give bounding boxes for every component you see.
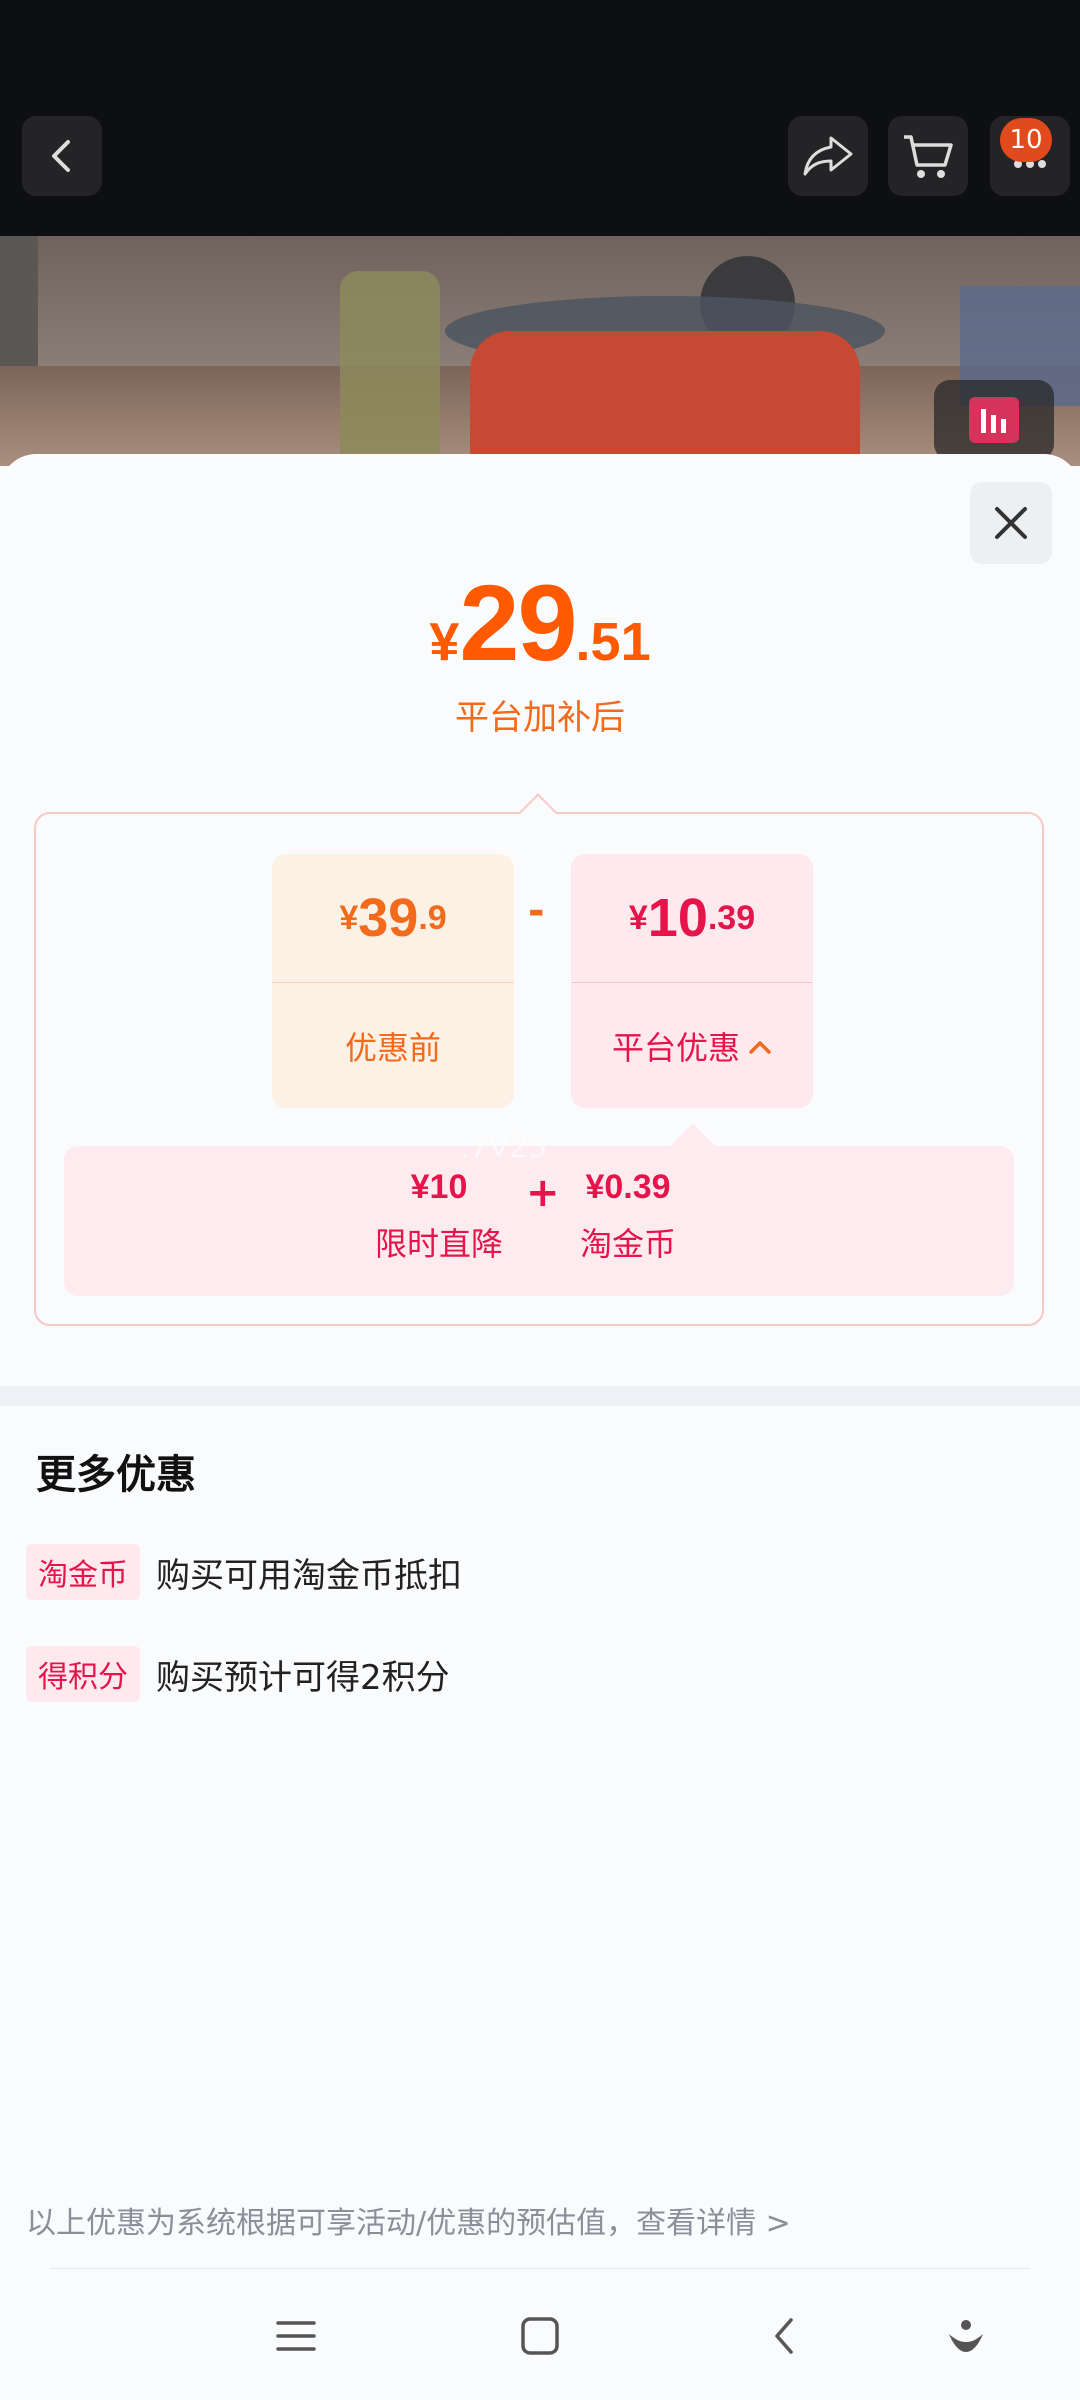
cart-button[interactable] [888,116,968,196]
nav-menu-button[interactable] [256,2300,336,2372]
nav-home-button[interactable] [500,2300,580,2372]
breakdown-item-flash-sale: ¥10 限时直降 [362,1168,516,1265]
original-price-integer: 39 [358,888,419,948]
final-price-label: 平台加补后 [455,698,625,738]
section-divider [0,1386,1080,1406]
details-link[interactable]: 以上优惠为系统根据可享活动/优惠的预估值，查看详情 > [26,2198,791,2242]
final-price-integer: 29 [459,562,577,683]
offer-tag: 得积分 [26,1646,140,1702]
chevron-left-icon [775,2318,793,2354]
product-photo [0,236,1080,466]
discount-integer: 10 [647,888,708,948]
final-price-currency: ¥ [429,612,460,672]
close-button[interactable] [970,482,1052,564]
offer-tag: 淘金币 [26,1544,140,1600]
final-price-decimal: .51 [575,612,651,672]
back-button[interactable] [22,116,102,196]
original-price-label: 优惠前 [344,1029,441,1067]
footer-divider [50,2268,1030,2269]
original-price-currency: ¥ [339,898,359,937]
breakdown-value: ¥0.39 [585,1168,671,1206]
nav-assistant-button[interactable] [926,2300,1006,2372]
chevron-up-icon [748,1027,772,1065]
discount-label: 平台优惠 [611,1029,740,1067]
offer-text: 购买可用淘金币抵扣 [156,1555,462,1596]
original-price-amount: ¥39.9 [272,854,514,983]
cart-icon [904,135,953,178]
discount-breakdown [64,1146,1014,1296]
breakdown-name: 限时直降 [374,1225,503,1263]
discount-toggle[interactable]: 平台优惠 [571,983,813,1108]
album-icon [969,397,1019,443]
discount-currency: ¥ [628,898,648,937]
breakdown-name: 淘金币 [579,1225,676,1263]
discount-decimal: .39 [707,898,756,937]
offer-text: 购买预计可得2积分 [156,1657,450,1698]
offer-item-points: 得积分 购买预计可得2积分 [26,1646,450,1702]
discount-amount: ¥10.39 [571,854,813,983]
final-price: ¥29.51 [0,560,1080,685]
offer-item-coins: 淘金币 购买可用淘金币抵扣 [26,1544,462,1600]
nav-back-button[interactable] [744,2300,824,2372]
cart-count-badge: 10 [1000,118,1052,162]
breakdown-item-taobao-coins: ¥0.39 淘金币 [572,1168,684,1265]
share-button[interactable] [788,116,868,196]
assistant-icon [949,2320,983,2352]
home-square-icon [521,2317,559,2355]
watermark-text: .7V25 [460,1130,548,1165]
close-icon [995,507,1027,539]
menu-icon [276,2321,316,2351]
more-offers-title: 更多优惠 [36,1452,196,1498]
share-icon [803,136,853,176]
original-price-card: ¥39.9 优惠前 [272,854,514,1108]
breakdown-value: ¥10 [410,1168,468,1206]
album-button[interactable] [934,380,1054,460]
price-detail-sheet [0,454,1080,2400]
plus-operator: + [526,1170,560,1216]
chevron-left-icon [52,140,70,172]
minus-operator: - [528,888,545,934]
platform-discount-card[interactable]: ¥10.39 平台优惠 [571,854,813,1108]
original-price-decimal: .9 [418,898,447,937]
